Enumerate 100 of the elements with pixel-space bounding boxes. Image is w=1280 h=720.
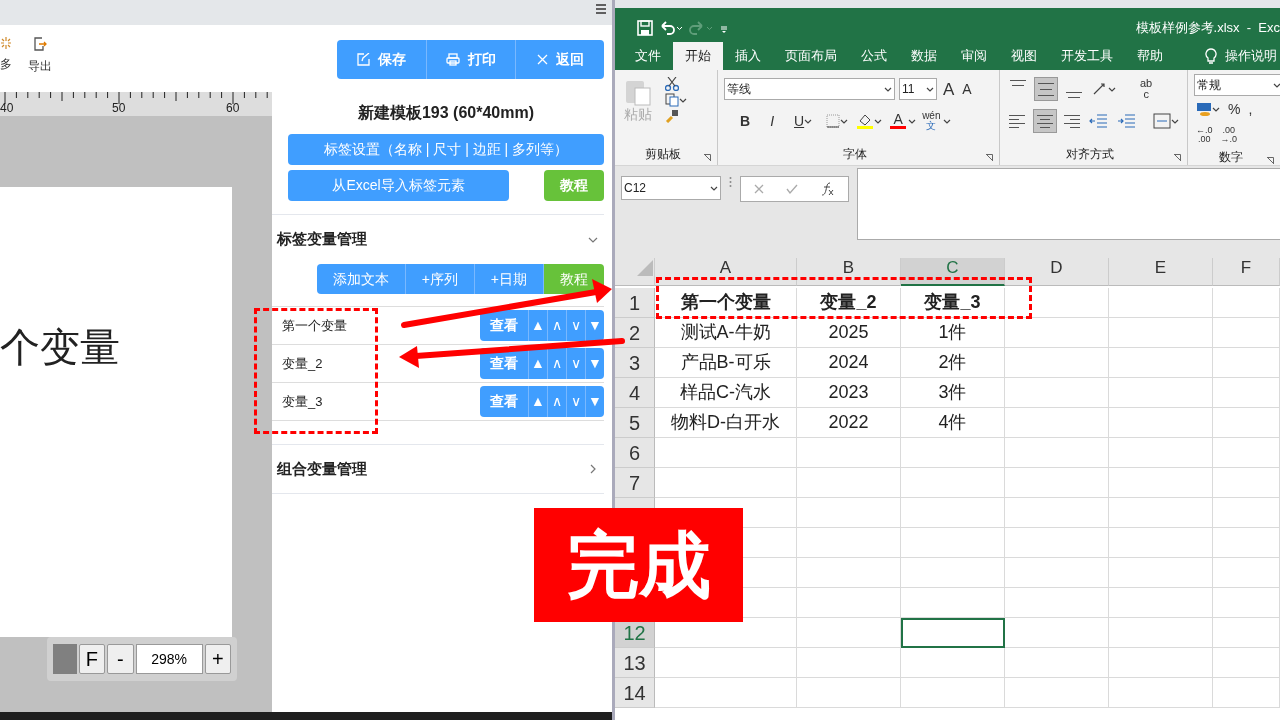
empty-cell[interactable] bbox=[1005, 288, 1109, 318]
empty-cell[interactable] bbox=[1005, 678, 1109, 708]
comma-button[interactable]: , bbox=[1246, 101, 1255, 117]
row-header[interactable]: 1 bbox=[615, 288, 655, 318]
format-button[interactable]: U bbox=[786, 113, 821, 129]
color-swatch[interactable] bbox=[53, 644, 77, 674]
decimal-button[interactable]: ←.0 .00 bbox=[1194, 125, 1215, 145]
empty-cell[interactable] bbox=[901, 438, 1005, 468]
cell[interactable]: 变量_3 bbox=[901, 288, 1005, 318]
format-button[interactable]: I bbox=[762, 113, 782, 129]
empty-cell[interactable] bbox=[1005, 348, 1109, 378]
row-header[interactable]: 2 bbox=[615, 318, 655, 348]
ribbon-tab[interactable]: 帮助 bbox=[1125, 42, 1175, 70]
empty-cell[interactable] bbox=[1005, 588, 1109, 618]
empty-cell[interactable] bbox=[1213, 468, 1280, 498]
cell[interactable]: 2023 bbox=[797, 378, 901, 408]
align-button[interactable] bbox=[1034, 77, 1058, 101]
copy-button[interactable] bbox=[663, 92, 689, 108]
row-header[interactable]: 7 bbox=[615, 468, 655, 498]
empty-cell[interactable] bbox=[1109, 378, 1213, 408]
empty-cell[interactable] bbox=[1213, 498, 1280, 528]
format-button[interactable]: B bbox=[732, 113, 759, 129]
currency-button[interactable] bbox=[1194, 101, 1222, 117]
name-box[interactable]: C12 bbox=[621, 176, 721, 200]
empty-cell[interactable] bbox=[1109, 648, 1213, 678]
empty-cell[interactable] bbox=[1005, 378, 1109, 408]
empty-cell[interactable] bbox=[901, 528, 1005, 558]
cell[interactable]: 2025 bbox=[797, 318, 901, 348]
empty-cell[interactable] bbox=[1213, 348, 1280, 378]
empty-cell[interactable] bbox=[1213, 288, 1280, 318]
cell[interactable]: 产品B-可乐 bbox=[655, 348, 797, 378]
fit-button[interactable]: F bbox=[78, 644, 106, 674]
row-header[interactable]: 4 bbox=[615, 378, 655, 408]
align-button[interactable] bbox=[1032, 109, 1057, 133]
empty-cell[interactable] bbox=[1109, 318, 1213, 348]
cell[interactable]: 1件 bbox=[901, 318, 1005, 348]
empty-cell[interactable] bbox=[901, 498, 1005, 528]
empty-cell[interactable] bbox=[901, 678, 1005, 708]
toolbar-button[interactable]: 多 bbox=[0, 37, 12, 73]
empty-cell[interactable] bbox=[1213, 438, 1280, 468]
empty-cell[interactable] bbox=[1213, 558, 1280, 588]
ribbon-tab[interactable]: 开发工具 bbox=[1049, 42, 1125, 70]
ribbon-tab[interactable]: 文件 bbox=[623, 42, 673, 70]
cell[interactable]: 测试A-牛奶 bbox=[655, 318, 797, 348]
row-header[interactable]: 13 bbox=[615, 648, 655, 678]
ribbon-tab[interactable]: 公式 bbox=[849, 42, 899, 70]
formula-field[interactable] bbox=[857, 168, 1280, 240]
row-header[interactable]: 14 bbox=[615, 678, 655, 708]
cell[interactable]: 物料D-白开水 bbox=[655, 408, 797, 438]
column-header[interactable]: F bbox=[1213, 258, 1280, 286]
empty-cell[interactable] bbox=[797, 648, 901, 678]
empty-cell[interactable] bbox=[1109, 588, 1213, 618]
row-header[interactable]: 3 bbox=[615, 348, 655, 378]
empty-cell[interactable] bbox=[1109, 438, 1213, 468]
empty-cell[interactable] bbox=[1213, 618, 1280, 648]
cell[interactable]: 第一个变量 bbox=[655, 288, 797, 318]
section-header[interactable]: 组合变量管理 bbox=[272, 444, 604, 494]
empty-cell[interactable] bbox=[797, 438, 901, 468]
row-header[interactable]: 6 bbox=[615, 438, 655, 468]
selected-cell[interactable] bbox=[901, 618, 1005, 648]
ribbon-tab[interactable]: 视图 bbox=[999, 42, 1049, 70]
empty-cell[interactable] bbox=[1109, 288, 1213, 318]
decimal-button[interactable]: .00 →.0 bbox=[1218, 125, 1240, 145]
empty-cell[interactable] bbox=[1109, 678, 1213, 708]
zoom-in-button[interactable]: + bbox=[204, 644, 231, 674]
empty-cell[interactable] bbox=[1005, 528, 1109, 558]
number-format-field[interactable]: 常规 bbox=[1194, 74, 1280, 96]
empty-cell[interactable] bbox=[1109, 348, 1213, 378]
empty-cell[interactable] bbox=[1109, 528, 1213, 558]
ribbon-tab[interactable]: 页面布局 bbox=[773, 42, 849, 70]
column-header[interactable]: D bbox=[1005, 258, 1109, 286]
empty-cell[interactable] bbox=[901, 468, 1005, 498]
phonetic-button[interactable]: wén 文 bbox=[920, 110, 943, 132]
cell[interactable]: 样品C-汽水 bbox=[655, 378, 797, 408]
empty-cell[interactable] bbox=[1213, 678, 1280, 708]
cell[interactable]: 2件 bbox=[901, 348, 1005, 378]
percent-button[interactable]: % bbox=[1226, 101, 1243, 117]
empty-cell[interactable] bbox=[1109, 468, 1213, 498]
merge-button[interactable] bbox=[1151, 112, 1181, 130]
empty-cell[interactable] bbox=[797, 558, 901, 588]
empty-cell[interactable] bbox=[1109, 408, 1213, 438]
column-header[interactable]: C bbox=[901, 258, 1005, 286]
empty-cell[interactable] bbox=[1213, 378, 1280, 408]
ribbon-tab[interactable]: 开始 bbox=[673, 42, 723, 70]
empty-cell[interactable] bbox=[797, 588, 901, 618]
empty-cell[interactable] bbox=[901, 558, 1005, 588]
empty-cell[interactable] bbox=[1109, 558, 1213, 588]
font-size-button[interactable]: A bbox=[960, 81, 974, 97]
cell[interactable]: 2024 bbox=[797, 348, 901, 378]
column-header[interactable]: A bbox=[655, 258, 797, 286]
zoom-out-button[interactable]: - bbox=[107, 644, 134, 674]
tell-me-button[interactable]: 操作说明 bbox=[1193, 42, 1277, 70]
empty-cell[interactable] bbox=[797, 468, 901, 498]
empty-cell[interactable] bbox=[1213, 318, 1280, 348]
empty-cell[interactable] bbox=[901, 588, 1005, 618]
empty-cell[interactable] bbox=[1005, 468, 1109, 498]
empty-cell[interactable] bbox=[1109, 618, 1213, 648]
font-name-field[interactable]: 等线 bbox=[724, 78, 895, 100]
empty-cell[interactable] bbox=[1005, 498, 1109, 528]
empty-cell[interactable] bbox=[1213, 408, 1280, 438]
